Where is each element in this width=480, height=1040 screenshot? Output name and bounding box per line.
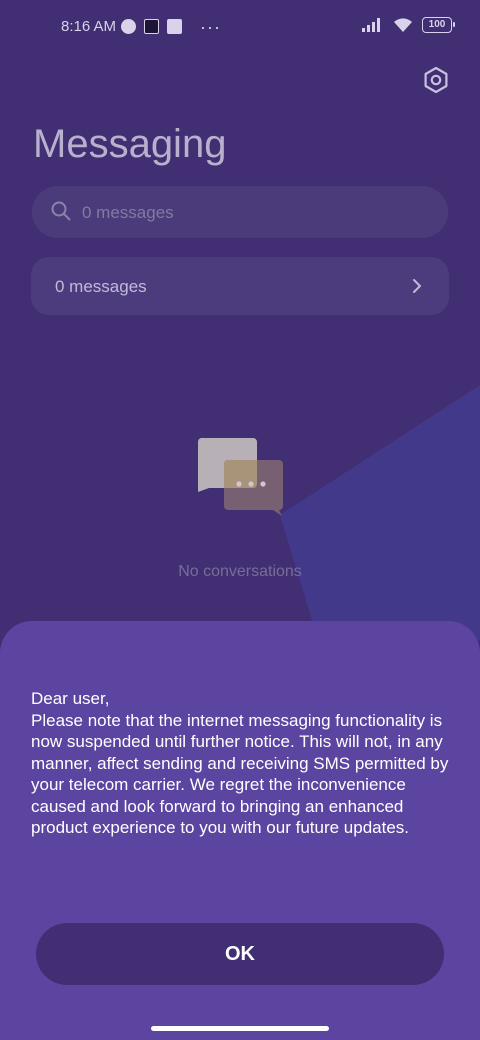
home-indicator[interactable] [151,1026,329,1031]
dialog-message: Dear user, Please note that the internet … [31,688,461,839]
wifi-icon [394,18,412,32]
empty-state-text: No conversations [178,563,302,580]
dialog-body: Please note that the internet messaging … [31,710,449,838]
status-bar: 8:16 AM ··· 100 [0,0,480,56]
battery-icon: 100 [422,17,455,33]
square-notification-icon [144,19,159,34]
chat-bubbles-icon [197,437,283,516]
messages-filter-row[interactable]: 0 messages [31,257,449,315]
system-icons: 100 [362,17,455,33]
page-title: Messaging [33,122,227,166]
more-notifications-icon: ··· [200,16,221,37]
notification-icons: ··· [121,16,221,37]
signal-icon [362,18,380,32]
app-notification-icon [121,19,136,34]
search-icon [51,201,71,221]
status-time: 8:16 AM [61,18,117,35]
upload-notification-icon [167,19,182,34]
ok-button[interactable]: OK [36,923,444,985]
search-placeholder: 0 messages [82,203,174,222]
gear-icon[interactable] [420,64,452,96]
messages-count-label: 0 messages [55,277,147,296]
notice-dialog: Dear user, Please note that the internet … [0,621,480,1040]
chevron-right-icon [413,279,421,293]
dialog-greeting: Dear user, [31,689,110,708]
search-input[interactable]: 0 messages [32,186,448,238]
